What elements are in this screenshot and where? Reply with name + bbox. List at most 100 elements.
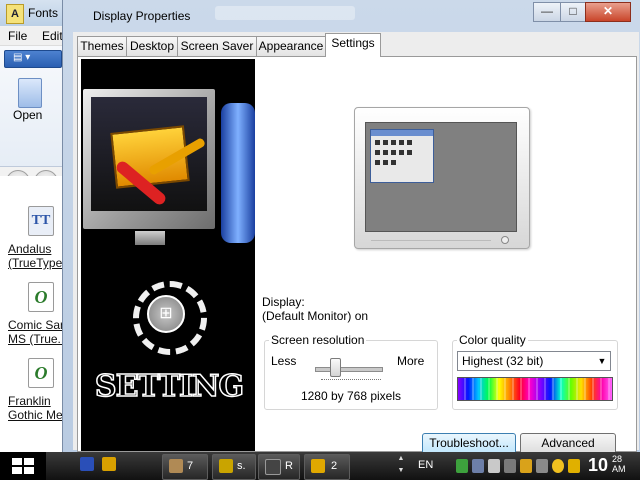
opentype-font-icon: O [28,282,54,312]
fonts-window-title: Fonts [28,6,59,20]
view-menu-button[interactable]: ▤ ▾ [4,50,62,68]
truetype-font-icon: TT [28,206,54,236]
monitor-graphic [83,89,215,229]
settings-panel: ⊞ SETTING Display: (Default Monitor) on … [77,56,637,472]
dialog-title: Display Properties [93,9,191,23]
water-drop-icon[interactable] [488,459,500,473]
screen-resolution-group: Screen resolution Less More 1280 by 768 … [264,333,438,410]
color-quality-label: Color quality [457,333,528,347]
taskbar-scroll-arrows[interactable]: ▲ ▼ [396,453,406,479]
preview-file-icon [383,140,388,145]
dollar-icon[interactable] [520,459,532,473]
display-value: (Default Monitor) on [262,309,369,323]
preview-file-icon [391,150,396,155]
dialog-body: Themes Desktop Screen Saver Appearance S… [73,32,639,472]
start-button[interactable] [0,452,46,480]
screen-resolution-label: Screen resolution [269,333,367,347]
resolution-value: 1280 by 768 pixels [300,389,402,403]
chevron-down-icon[interactable]: ▼ [594,352,610,370]
tray-app-icon[interactable] [472,459,484,473]
resolution-slider-track[interactable] [315,367,383,372]
minimize-button[interactable]: — [533,2,561,22]
power-led-icon [501,236,509,244]
preview-file-icon [407,150,412,155]
color-quality-group: Color quality Highest (32 bit) ▼ [452,333,618,410]
taskbar-item-label: R [285,460,293,472]
app-icon [219,459,233,473]
color-spectrum-bar [457,377,613,401]
smiley-icon[interactable] [552,459,564,473]
close-button[interactable]: ✕ [585,2,631,22]
display-properties-dialog: Display Properties — □ ✕ Themes Desktop … [62,0,640,472]
tab-desktop[interactable]: Desktop [126,36,178,56]
taskbar-item-label: s. [237,460,246,472]
color-quality-select[interactable]: Highest (32 bit) ▼ [457,351,611,371]
view-menu-icon: ▤ ▾ [13,52,31,63]
monitor-stand-graphic [135,231,165,245]
taskbar-item[interactable]: 7 [162,454,208,480]
windows-logo-icon [12,458,34,474]
preview-window [370,129,434,183]
preview-window-titlebar [371,130,433,136]
resolution-more-label: More [397,354,425,368]
tray-app-icon[interactable] [536,459,548,473]
color-quality-value: Highest (32 bit) [462,354,544,368]
pen-icon [311,459,325,473]
wallpaper-setting-text: SETTING [94,368,245,405]
menu-file[interactable]: File [8,29,27,43]
menu-edit[interactable]: Edit [42,29,63,43]
quicklaunch-pen-icon[interactable] [102,457,116,471]
resolution-slider-thumb[interactable] [329,358,341,377]
taskbar-item[interactable]: R [258,454,300,480]
preview-file-icon [399,140,404,145]
display-label: Display: [262,295,305,309]
preview-screen [365,122,517,232]
taskbar-item[interactable]: 2 [304,454,350,480]
device-icon[interactable] [504,459,516,473]
preview-file-icon [391,140,396,145]
resolution-less-label: Less [271,354,297,368]
preview-file-icon [399,150,404,155]
monitor-screen-graphic [91,97,207,211]
preview-file-icon [407,140,412,145]
blue-cylinder-graphic [221,103,255,243]
preview-file-icon [383,150,388,155]
language-indicator[interactable]: EN [418,459,433,471]
font-name: Franklin [8,394,51,408]
clock-minutes[interactable]: 28 AM [612,454,626,474]
preview-bezel-line [371,240,491,241]
opentype-font-icon: O [28,358,54,388]
wand-icon[interactable] [568,459,580,473]
monitor-preview[interactable] [354,107,530,249]
title-glare [215,6,355,20]
taskbar-item[interactable]: s. [212,454,256,480]
preview-file-icon [391,160,396,165]
preview-file-icon [375,160,380,165]
network-icon[interactable] [456,459,468,473]
windows-logo-icon: ⊞ [147,295,185,333]
preview-file-icon [383,160,388,165]
open-label[interactable]: Open [13,108,42,122]
taskbar-item-label: 2 [331,460,338,472]
preview-file-icon [375,140,380,145]
resolution-slider-ticks [321,379,381,383]
clock-hour[interactable]: 10 [588,455,608,476]
taskbar-item-label: 7 [187,460,194,472]
wallpaper-image: ⊞ SETTING [81,59,255,451]
maximize-button[interactable]: □ [560,2,586,22]
tool-icon [169,459,183,473]
font-name: Andalus [8,242,52,256]
media-icon [265,459,281,475]
tab-settings[interactable]: Settings [325,33,381,57]
font-type: MS (True... [8,332,68,346]
font-type: (TrueType [8,256,63,270]
clock-minutes-value: 28 [612,454,623,464]
clock-period: AM [612,464,626,474]
tab-screen-saver[interactable]: Screen Saver [177,36,257,56]
preview-file-icon [375,150,380,155]
tab-themes[interactable]: Themes [77,36,127,56]
quicklaunch-desktop-icon[interactable] [80,457,94,471]
system-tray [452,456,584,476]
tab-appearance[interactable]: Appearance [256,36,326,56]
open-icon[interactable] [18,78,42,108]
